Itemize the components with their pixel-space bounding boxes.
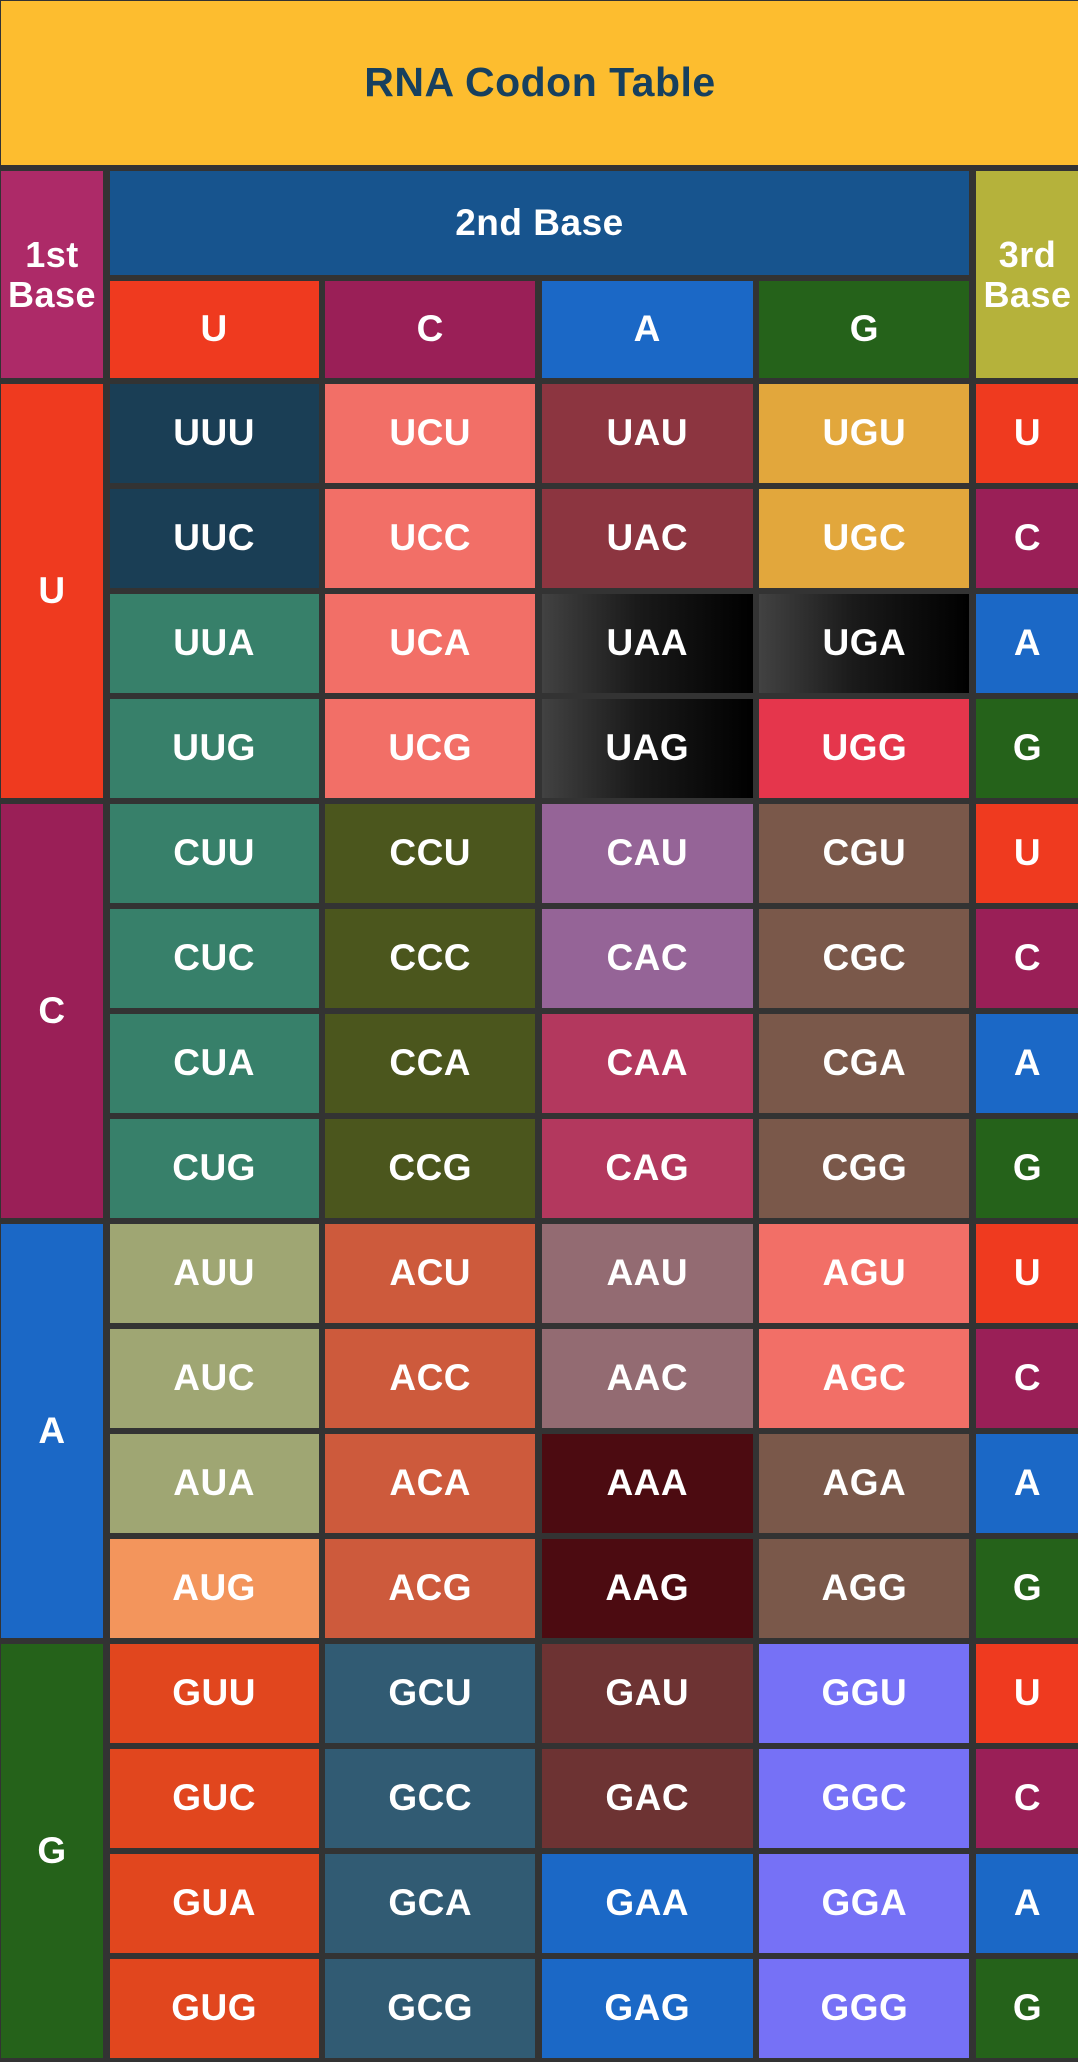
- third-base-label: U: [975, 804, 1078, 903]
- codon-cell: GUU: [109, 1644, 319, 1743]
- codon-cell: CGC: [759, 909, 970, 1008]
- third-base-label: C: [975, 909, 1078, 1008]
- codon-cell: ACG: [325, 1539, 536, 1638]
- codon-cell: GGA: [759, 1854, 970, 1953]
- codon-cell: UAC: [541, 489, 753, 588]
- first-base-header: 1st Base: [1, 171, 103, 378]
- second-base-column-header: G: [759, 281, 970, 378]
- codon-cell: CCU: [325, 804, 536, 903]
- first-base-label: G: [1, 1644, 103, 2058]
- second-base-column-header: C: [325, 281, 536, 378]
- codon-cell: CAA: [541, 1014, 753, 1113]
- codon-cell: CCG: [325, 1119, 536, 1218]
- codon-cell: CGG: [759, 1119, 970, 1218]
- codon-table: RNA Codon Table 1st Base 2nd Base 3rd Base…: [0, 0, 1078, 2062]
- codon-cell: GGU: [759, 1644, 970, 1743]
- codon-cell: GAG: [541, 1959, 753, 2058]
- third-base-label: G: [975, 1539, 1078, 1638]
- codon-cell: UUA: [109, 594, 319, 693]
- third-base-label: C: [975, 1749, 1078, 1848]
- codon-cell: GAC: [541, 1749, 753, 1848]
- codon-cell: UUU: [109, 384, 319, 483]
- codon-cell: GGG: [759, 1959, 970, 2058]
- codon-cell: UCG: [325, 699, 536, 798]
- third-base-label: U: [975, 1644, 1078, 1743]
- codon-cell: CUA: [109, 1014, 319, 1113]
- second-base-header: 2nd Base: [109, 171, 970, 275]
- second-base-column-header: A: [541, 281, 753, 378]
- third-base-label: U: [975, 1224, 1078, 1323]
- codon-cell: CAU: [541, 804, 753, 903]
- codon-cell: CUU: [109, 804, 319, 903]
- codon-cell: UCA: [325, 594, 536, 693]
- codon-cell: ACU: [325, 1224, 536, 1323]
- codon-cell: GCC: [325, 1749, 536, 1848]
- third-base-label: A: [975, 1854, 1078, 1953]
- codon-cell: UGC: [759, 489, 970, 588]
- codon-cell: AAA: [541, 1434, 753, 1533]
- codon-cell: GCG: [325, 1959, 536, 2058]
- codon-cell: CGA: [759, 1014, 970, 1113]
- codon-cell: CUC: [109, 909, 319, 1008]
- codon-cell: GAA: [541, 1854, 753, 1953]
- third-base-label: U: [975, 384, 1078, 483]
- codon-cell: CCC: [325, 909, 536, 1008]
- codon-cell: UAA: [541, 594, 753, 693]
- codon-cell: UGA: [759, 594, 970, 693]
- third-base-label: C: [975, 1329, 1078, 1428]
- first-base-label: C: [1, 804, 103, 1218]
- codon-cell: AGC: [759, 1329, 970, 1428]
- codon-cell: UGG: [759, 699, 970, 798]
- codon-cell: GUG: [109, 1959, 319, 2058]
- codon-cell: CGU: [759, 804, 970, 903]
- first-base-label: A: [1, 1224, 103, 1638]
- codon-cell: UCC: [325, 489, 536, 588]
- codon-cell: ACA: [325, 1434, 536, 1533]
- codon-cell: ACC: [325, 1329, 536, 1428]
- codon-cell: AAG: [541, 1539, 753, 1638]
- third-base-header: 3rd Base: [975, 171, 1078, 378]
- codon-cell: CAC: [541, 909, 753, 1008]
- third-base-label: G: [975, 699, 1078, 798]
- second-base-column-header: U: [109, 281, 319, 378]
- codon-cell: UAG: [541, 699, 753, 798]
- codon-cell: AGA: [759, 1434, 970, 1533]
- codon-cell: GCA: [325, 1854, 536, 1953]
- codon-cell: GAU: [541, 1644, 753, 1743]
- codon-cell: CAG: [541, 1119, 753, 1218]
- codon-cell: GUC: [109, 1749, 319, 1848]
- codon-cell: UUC: [109, 489, 319, 588]
- codon-cell: AUC: [109, 1329, 319, 1428]
- codon-cell: AGG: [759, 1539, 970, 1638]
- codon-cell: AUU: [109, 1224, 319, 1323]
- third-base-label: A: [975, 1434, 1078, 1533]
- codon-cell: CCA: [325, 1014, 536, 1113]
- first-base-label: U: [1, 384, 103, 798]
- codon-cell: GCU: [325, 1644, 536, 1743]
- codon-cell: UCU: [325, 384, 536, 483]
- table-title: RNA Codon Table: [1, 1, 1078, 165]
- codon-cell: AUA: [109, 1434, 319, 1533]
- codon-cell: UGU: [759, 384, 970, 483]
- codon-cell: UAU: [541, 384, 753, 483]
- third-base-label: G: [975, 1959, 1078, 2058]
- codon-cell: UUG: [109, 699, 319, 798]
- codon-cell: GGC: [759, 1749, 970, 1848]
- third-base-label: A: [975, 1014, 1078, 1113]
- codon-cell: CUG: [109, 1119, 319, 1218]
- third-base-label: G: [975, 1119, 1078, 1218]
- codon-cell: AAC: [541, 1329, 753, 1428]
- third-base-label: A: [975, 594, 1078, 693]
- third-base-label: C: [975, 489, 1078, 588]
- codon-cell: AAU: [541, 1224, 753, 1323]
- codon-cell: AGU: [759, 1224, 970, 1323]
- codon-cell: GUA: [109, 1854, 319, 1953]
- codon-cell: AUG: [109, 1539, 319, 1638]
